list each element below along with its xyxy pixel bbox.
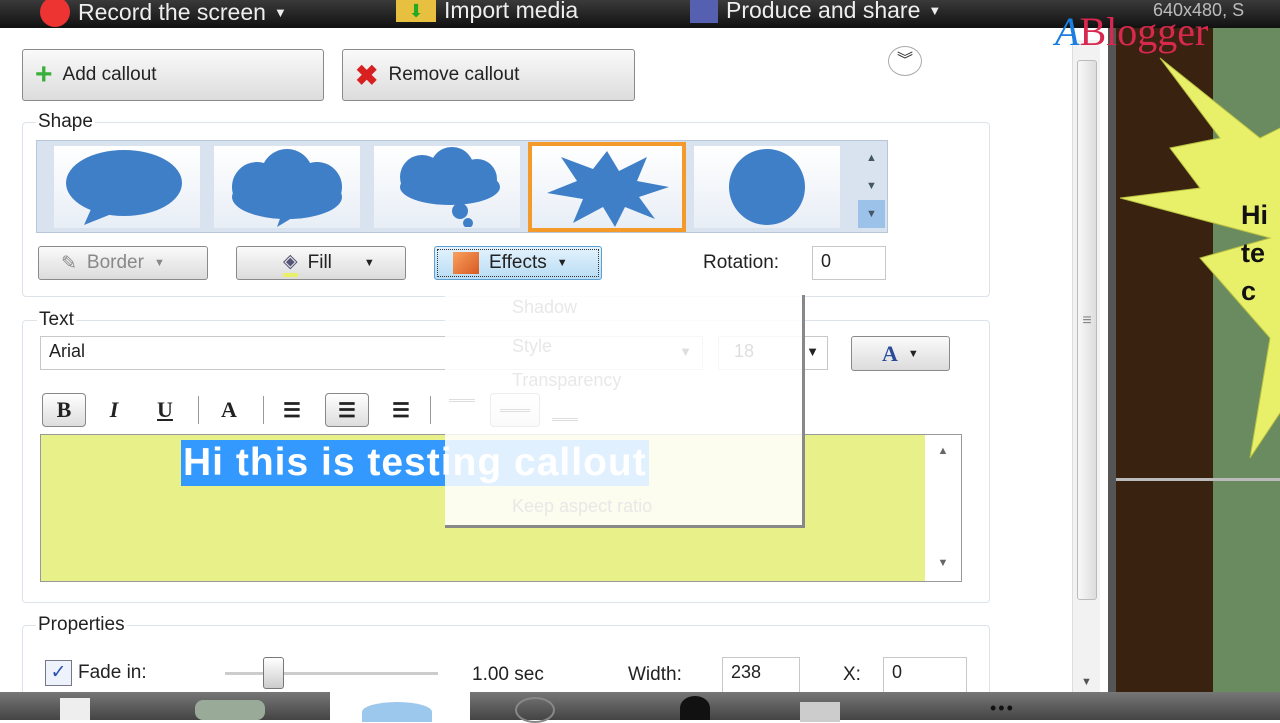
fill-button[interactable]: ◈ Fill ▼: [236, 246, 406, 280]
gallery-expand-icon[interactable]: ▼: [858, 200, 885, 228]
divider: [198, 396, 199, 424]
record-icon: [40, 0, 70, 27]
divider: [430, 396, 431, 424]
scroll-down-icon[interactable]: ▼: [1081, 676, 1092, 688]
chevron-down-icon: ▼: [806, 344, 819, 359]
x-label: X:: [843, 664, 861, 685]
underline-button[interactable]: U: [143, 393, 187, 427]
floppy-disk-icon: [690, 0, 718, 23]
circle-icon: [729, 149, 805, 225]
font-style-button[interactable]: A: [207, 393, 251, 427]
gallery-scroll[interactable]: ▲ ▼ ▼: [858, 144, 885, 230]
transitions-icon[interactable]: [800, 702, 840, 722]
add-callout-button[interactable]: + Add callout: [22, 49, 324, 101]
shape-label: Shape: [36, 111, 95, 133]
bold-button[interactable]: B: [42, 393, 86, 427]
panel-scrollbar[interactable]: ≡ ▼: [1072, 40, 1100, 692]
document-icon[interactable]: [60, 698, 90, 720]
menu-item-transparency[interactable]: Transparency: [512, 370, 621, 391]
record-camera-icon[interactable]: [515, 697, 555, 723]
align-center-button[interactable]: ☰: [325, 393, 369, 427]
properties-label: Properties: [36, 614, 127, 636]
chevron-down-icon: ▼: [907, 347, 919, 360]
more-icon[interactable]: •••: [990, 698, 1015, 719]
font-value: Arial: [49, 341, 86, 361]
remove-callout-label: Remove callout: [388, 64, 520, 85]
text-scrollbar[interactable]: ▲ ▼: [925, 435, 961, 581]
effects-button[interactable]: Effects ▼: [434, 246, 602, 280]
shape-thought-bubble[interactable]: [374, 146, 520, 228]
audio-icon[interactable]: [680, 696, 710, 720]
menu-item-keep-aspect-ratio[interactable]: Keep aspect ratio: [512, 496, 652, 517]
menu-item-shadow[interactable]: Shadow: [512, 297, 577, 318]
rotation-input[interactable]: 0: [812, 246, 886, 280]
text-label: Text: [37, 309, 76, 331]
fade-slider-thumb[interactable]: [263, 657, 284, 689]
align-right-button[interactable]: ☰: [379, 393, 423, 427]
x-icon: ✖: [355, 59, 379, 91]
starburst-icon: [547, 151, 669, 227]
fade-in-checkbox[interactable]: ✓: [45, 660, 72, 686]
font-color-icon: A: [882, 340, 898, 366]
import-media-button[interactable]: ⬇ Import media: [396, 0, 578, 24]
produce-label: Produce and share: [726, 0, 921, 23]
collapse-chevron-icon[interactable]: ︾: [888, 46, 922, 76]
add-callout-label: Add callout: [62, 64, 157, 85]
bottom-dock: •••: [0, 692, 1280, 723]
selection-edge: [1116, 478, 1280, 481]
x-input[interactable]: 0: [883, 657, 967, 693]
callout-tab-icon[interactable]: [362, 702, 432, 722]
plus-icon: +: [35, 58, 53, 91]
chevron-down-icon: ▼: [153, 257, 165, 269]
record-screen-button[interactable]: Record the screen ▼: [40, 0, 287, 27]
speech-bubble-icon: [66, 150, 182, 225]
blogger-watermark: ABlogger: [1055, 9, 1209, 54]
preview-callout-text: Hi te c: [1241, 200, 1268, 306]
align-left-button[interactable]: ☰: [270, 393, 314, 427]
divider: [263, 396, 264, 424]
border-label: Border: [86, 252, 144, 273]
fade-in-label: Fade in:: [78, 662, 147, 683]
shape-speech-bubble[interactable]: [54, 146, 200, 228]
effects-label: Effects: [489, 252, 547, 273]
rotation-label: Rotation:: [703, 252, 780, 273]
effects-icon: [453, 252, 479, 274]
chevron-down-icon: ▼: [273, 4, 287, 20]
effects-dropdown-menu: [445, 295, 805, 528]
align-center-icon: ☰: [338, 399, 356, 422]
scrollbar-thumb[interactable]: ≡: [1077, 60, 1097, 600]
align-left-icon: ☰: [283, 399, 301, 422]
border-pen-icon: ✎: [61, 252, 77, 274]
scroll-up-icon[interactable]: ▲: [925, 445, 961, 457]
produce-share-button[interactable]: Produce and share ▼: [690, 0, 941, 24]
font-color-button[interactable]: A ▼: [851, 336, 950, 371]
shape-cloud-bubble[interactable]: [214, 146, 360, 228]
chevron-down-icon: ▼: [556, 257, 568, 269]
width-label: Width:: [628, 664, 682, 685]
record-label: Record the screen: [78, 0, 266, 25]
italic-button[interactable]: I: [92, 393, 136, 427]
scroll-down-icon[interactable]: ▼: [858, 172, 885, 200]
border-button[interactable]: ✎ Border ▼: [38, 246, 208, 280]
chevron-down-icon: ▼: [928, 3, 942, 18]
folder-icon: ⬇: [396, 0, 436, 22]
fade-value: 1.00 sec: [472, 664, 544, 685]
shape-circle[interactable]: [694, 146, 840, 228]
align-right-icon: ☰: [392, 399, 410, 422]
preview-canvas[interactable]: Hi te c: [1108, 28, 1280, 692]
shape-starburst[interactable]: [528, 142, 686, 232]
width-input[interactable]: 238: [722, 657, 800, 693]
remove-callout-button[interactable]: ✖ Remove callout: [342, 49, 635, 101]
library-icon[interactable]: [195, 700, 265, 720]
chevron-down-icon: ▼: [363, 257, 375, 269]
fill-label: Fill: [307, 252, 332, 273]
scroll-down-icon[interactable]: ▼: [925, 557, 961, 569]
paint-bucket-icon: ◈: [283, 250, 298, 277]
scroll-up-icon[interactable]: ▲: [858, 144, 885, 172]
cloud-bubble-icon: [232, 149, 342, 227]
menu-item-style[interactable]: Style: [512, 336, 552, 357]
thought-bubble-icon: [400, 147, 500, 227]
fade-slider-track[interactable]: [225, 672, 438, 675]
import-label: Import media: [444, 0, 579, 23]
